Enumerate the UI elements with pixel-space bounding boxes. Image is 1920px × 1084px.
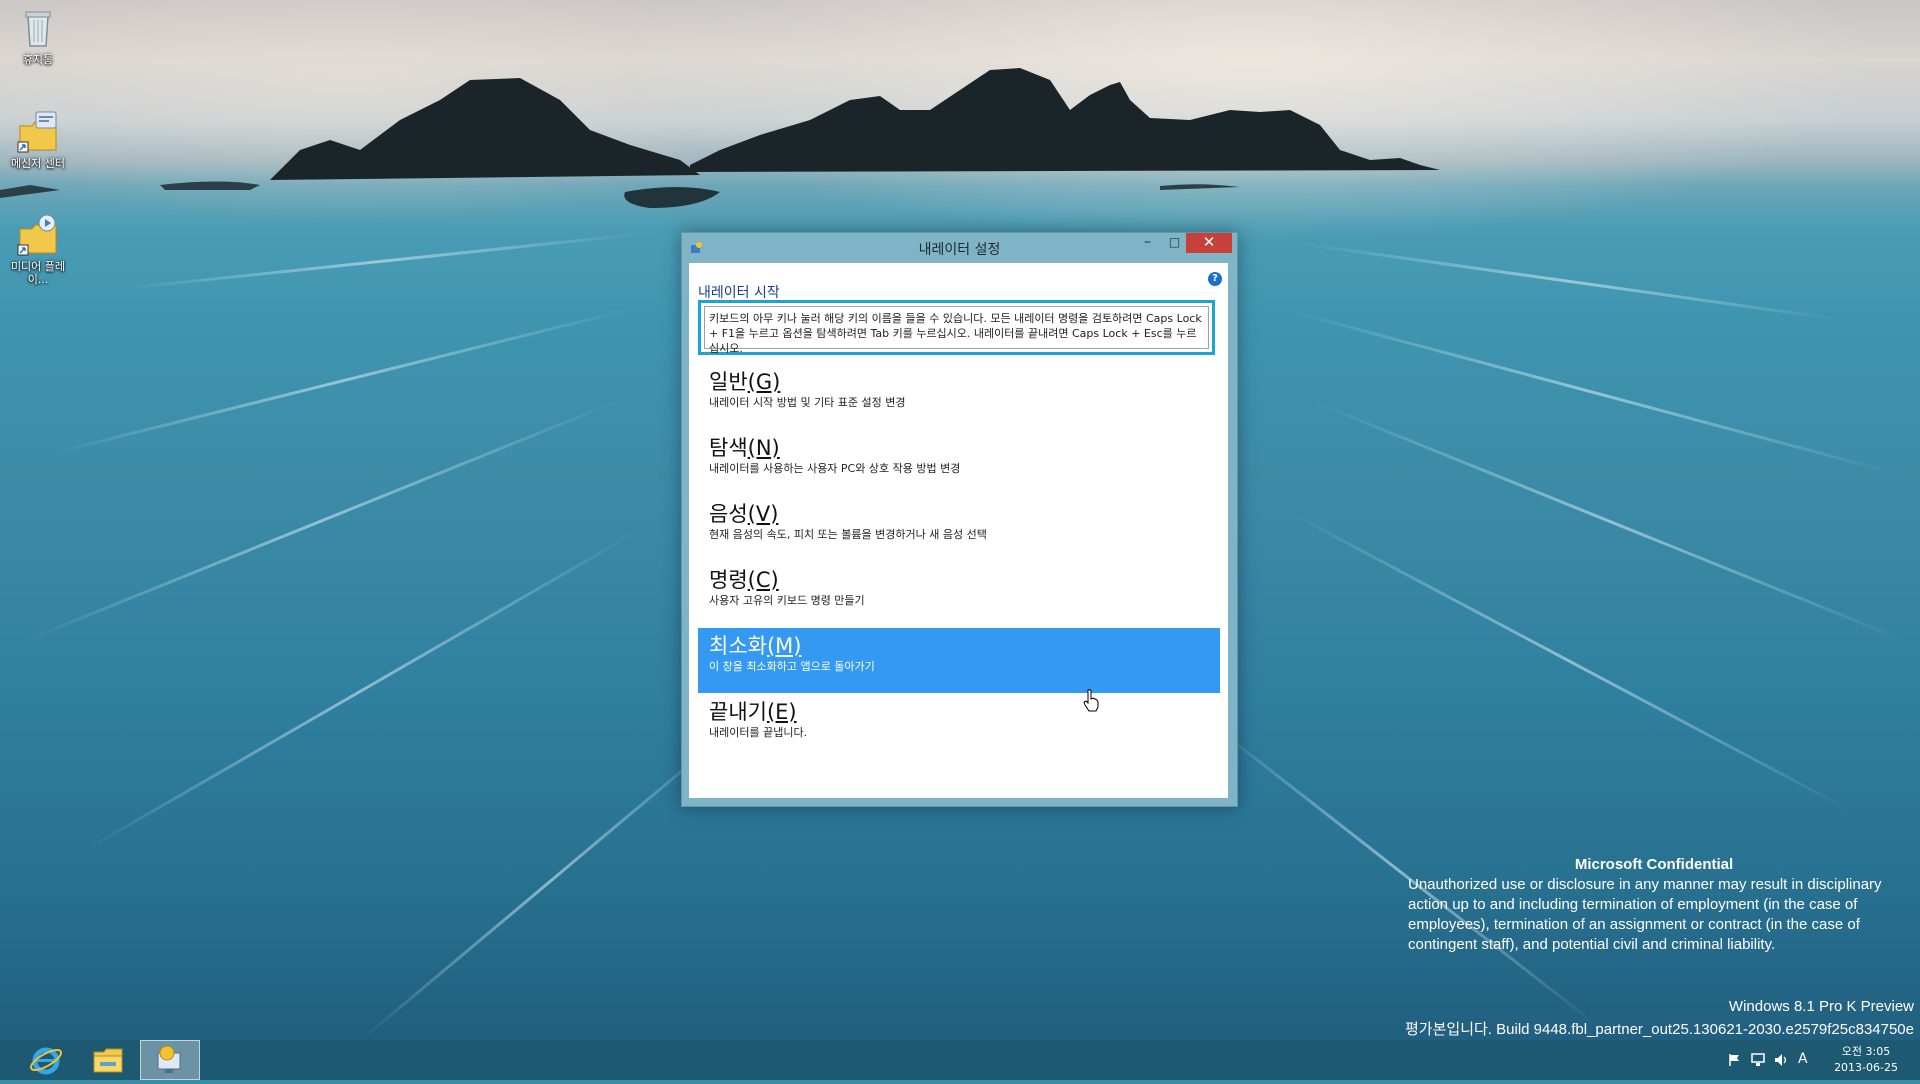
menu-item-title: 명령 [709,568,748,592]
info-text: 키보드의 아무 키나 눌러 해당 키의 이름을 들을 수 있습니다. 모든 내레… [704,306,1209,355]
menu-item-description: 이 창을 최소화하고 앱으로 돌아가기 [709,660,875,673]
desktop-icon-label: 메신저 센터 [10,157,66,170]
menu-item-accesskey: (E) [766,700,797,724]
desktop-icon-label: 미디어 플레이... [10,260,66,286]
internet-explorer-icon [29,1047,63,1075]
menu-item-voice[interactable]: 음성(V) 현재 음성의 속도, 피치 또는 볼륨을 변경하거나 새 음성 선택 [698,496,1220,561]
menu-item-navigation[interactable]: 탐색(N) 내레이터를 사용하는 사용자 PC와 상호 작용 방법 변경 [698,430,1220,495]
recycle-bin-icon [16,6,60,50]
menu-item-accesskey: (C) [747,568,779,592]
taskbar-internet-explorer[interactable] [16,1040,76,1080]
folder-shortcut-icon [16,110,60,154]
taskbar-narrator[interactable] [140,1040,200,1080]
rock-silhouettes [0,68,1440,208]
menu-item-description: 내레이터 시작 방법 및 기타 표준 설정 변경 [709,396,906,409]
menu-item-description: 내레이터를 사용하는 사용자 PC와 상호 작용 방법 변경 [709,462,961,475]
taskbar: A 오전 3:05 2013-06-25 [0,1040,1920,1080]
menu-item-title: 끝내기 [709,700,767,724]
menu-item-description: 내레이터를 끝냅니다. [709,726,808,739]
window-client-area: ? 내레이터 시작 키보드의 아무 키나 눌러 해당 키의 이름을 들을 수 있… [689,263,1228,798]
volume-icon[interactable] [1774,1053,1790,1067]
desktop-icon-recycle-bin[interactable]: 휴지통 [1,6,75,66]
confidential-body: Unauthorized use or disclosure in any ma… [1408,876,1882,953]
menu-item-title: 탐색 [709,436,748,460]
taskbar-file-explorer[interactable] [78,1040,138,1080]
clock[interactable]: 오전 3:05 2013-06-25 [1834,1044,1898,1076]
desktop-icon-media-player[interactable]: 미디어 플레이... [1,213,75,286]
close-button[interactable]: ✕ [1186,233,1232,253]
clock-date: 2013-06-25 [1834,1061,1898,1074]
help-icon[interactable]: ? [1208,272,1222,286]
confidential-heading: Microsoft Confidential [1574,856,1734,873]
narrator-settings-window: 내레이터 설정 – □ ✕ ? 내레이터 시작 키보드의 아무 키나 눌러 해당… [681,232,1238,807]
confidential-notice: Microsoft Confidential Unauthorized use … [1408,855,1900,955]
menu-item-description: 사용자 고유의 키보드 명령 만들기 [709,594,865,607]
title-bar[interactable]: 내레이터 설정 – □ ✕ [682,233,1237,263]
maximize-button[interactable]: □ [1161,233,1188,253]
minimize-button[interactable]: – [1134,233,1161,253]
clock-time: 오전 3:05 [1841,1045,1891,1058]
desktop-icon-messenger-center[interactable]: 메신저 센터 [1,110,75,170]
desktop-icon-label: 휴지통 [22,53,54,66]
input-language-indicator[interactable]: A [1798,1051,1808,1067]
menu-item-exit[interactable]: 끝내기(E) 내레이터를 끝냅니다. [698,694,1220,759]
menu-item-title: 음성 [709,502,748,526]
menu-item-accesskey: (V) [747,502,779,526]
file-explorer-icon [93,1048,123,1073]
build-label: 평가본입니다. Build 9448.fbl_partner_out25.130… [1405,1021,1914,1038]
info-text-box[interactable]: 키보드의 아무 키나 눌러 해당 키의 이름을 들을 수 있습니다. 모든 내레… [698,300,1215,355]
menu-item-title: 일반 [709,370,748,394]
folder-shortcut-icon [16,213,60,257]
edition-label: Windows 8.1 Pro K Preview [1728,998,1914,1015]
build-watermark: Windows 8.1 Pro K Preview 평가본입니다. Build … [1405,995,1914,1041]
menu-item-accesskey: (M) [766,634,802,658]
menu-item-accesskey: (N) [747,436,780,460]
menu-item-commands[interactable]: 명령(C) 사용자 고유의 키보드 명령 만들기 [698,562,1220,627]
network-icon[interactable] [1750,1053,1766,1067]
narrator-icon [157,1045,181,1073]
hand-pointer-icon [1083,689,1099,712]
menu-item-title: 최소화 [709,634,767,658]
section-heading: 내레이터 시작 [698,285,780,301]
menu-item-description: 현재 음성의 속도, 피치 또는 볼륨을 변경하거나 새 음성 선택 [709,528,987,541]
flag-icon[interactable] [1728,1053,1742,1067]
system-tray: A 오전 3:05 2013-06-25 [1720,1040,1920,1080]
menu-item-minimize[interactable]: 최소화(M) 이 창을 최소화하고 앱으로 돌아가기 [698,628,1220,693]
menu-item-accesskey: (G) [747,370,781,394]
menu-item-general[interactable]: 일반(G) 내레이터 시작 방법 및 기타 표준 설정 변경 [698,364,1220,429]
